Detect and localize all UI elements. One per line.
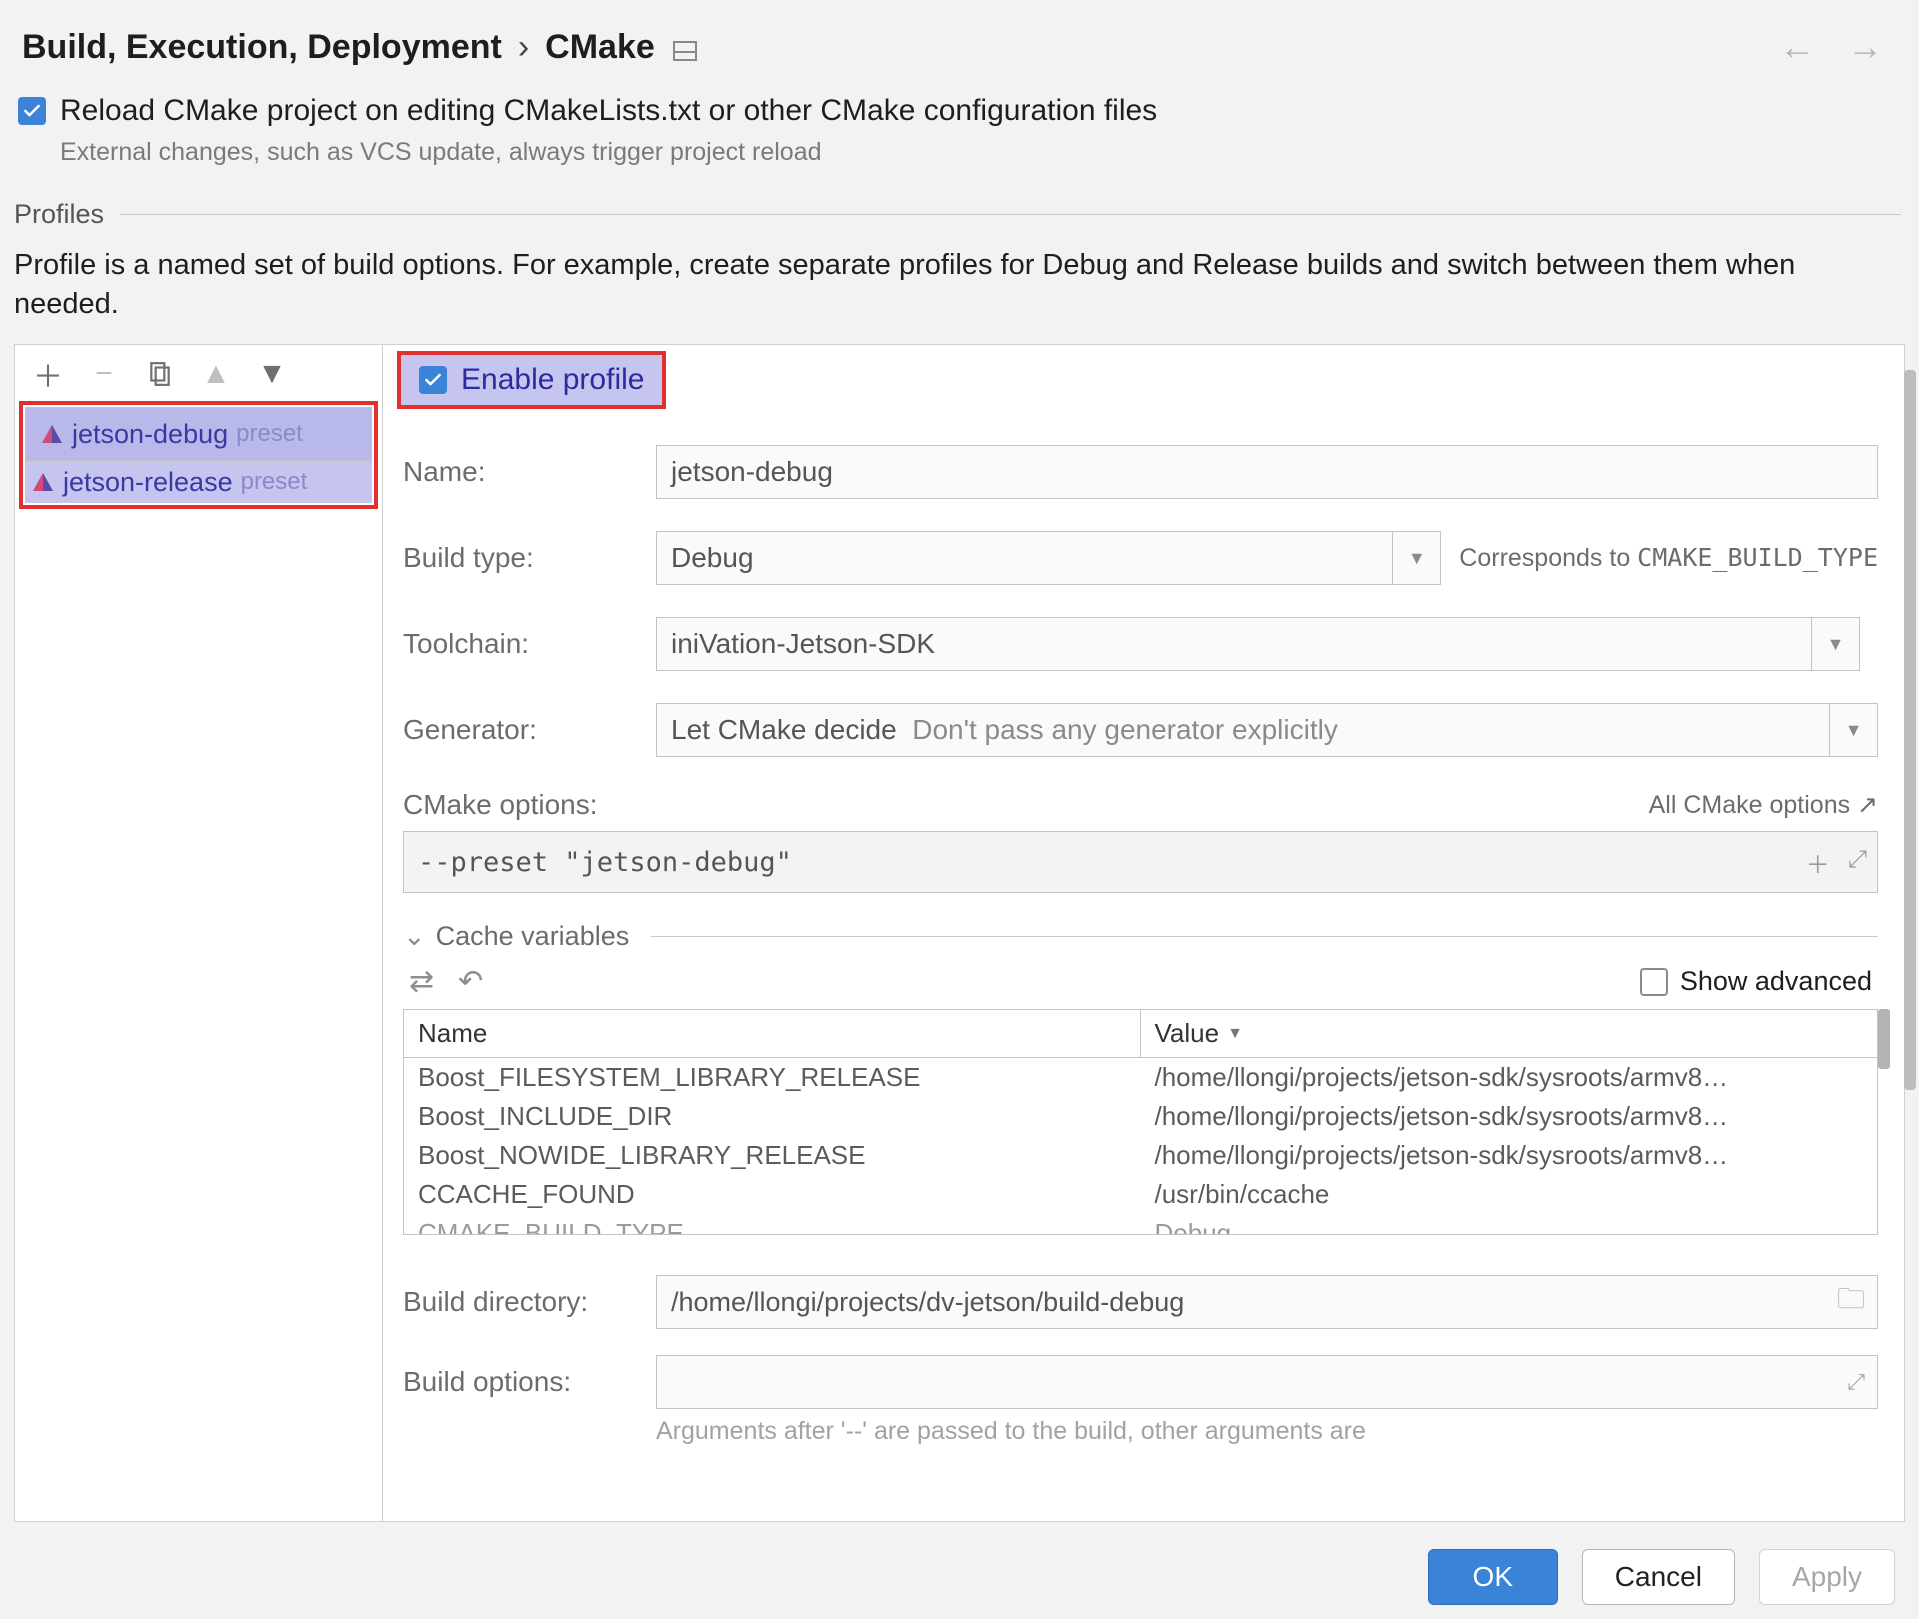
undo-icon[interactable]: ↶ <box>458 964 483 999</box>
table-row[interactable]: CCACHE_FOUND/usr/bin/ccache <box>404 1175 1877 1214</box>
chevron-down-icon[interactable]: ▼ <box>1812 617 1860 671</box>
profile-tag: preset <box>236 420 303 448</box>
show-advanced-label: Show advanced <box>1680 966 1872 997</box>
generator-select[interactable]: Let CMake decide Don't pass any generato… <box>656 703 1830 757</box>
reload-checkbox[interactable] <box>18 97 46 125</box>
profile-name: jetson-release <box>63 467 233 498</box>
profile-name: jetson-debug <box>72 419 228 450</box>
page-scrollbar-thumb[interactable] <box>1904 370 1916 1090</box>
name-label: Name: <box>403 456 638 488</box>
name-field[interactable]: jetson-debug <box>656 445 1878 499</box>
cache-var-value: /home/llongi/projects/jetson-sdk/sysroot… <box>1141 1058 1878 1097</box>
chevron-down-icon[interactable]: ▼ <box>1830 703 1878 757</box>
profile-details: Enable profile Name: jetson-debug Build … <box>383 345 1904 1521</box>
cmake-options-label: CMake options: <box>403 789 598 821</box>
profile-tag: preset <box>241 468 308 496</box>
breadcrumb: Build, Execution, Deployment › CMake ← → <box>0 0 1919 78</box>
build-options-note: Arguments after '--' are passed to the b… <box>656 1417 1878 1446</box>
folder-icon[interactable]: 🗀 <box>1837 1278 1865 1326</box>
build-directory-value: /home/llongi/projects/dv-jetson/build-de… <box>671 1287 1184 1318</box>
generator-label: Generator: <box>403 714 638 746</box>
cache-var-value: /usr/bin/ccache <box>1141 1175 1878 1214</box>
expand-icon[interactable]: ⤢ <box>1847 1369 1865 1395</box>
shuffle-icon[interactable]: ⇄ <box>409 964 434 999</box>
table-row[interactable]: Boost_FILESYSTEM_LIBRARY_RELEASE/home/ll… <box>404 1058 1877 1097</box>
breadcrumb-current: CMake <box>545 28 655 67</box>
toolchain-select[interactable]: iniVation-Jetson-SDK <box>656 617 1812 671</box>
hint-code: CMAKE_BUILD_TYPE <box>1637 543 1878 572</box>
chevron-down-icon[interactable]: ▼ <box>1393 531 1441 585</box>
generator-value: Let CMake decide <box>671 714 897 746</box>
all-cmake-options-link[interactable]: All CMake options ↗ <box>1649 790 1878 820</box>
cache-var-value: /home/llongi/projects/jetson-sdk/sysroot… <box>1141 1097 1878 1136</box>
breadcrumb-parent[interactable]: Build, Execution, Deployment <box>22 28 502 67</box>
table-row[interactable]: Boost_INCLUDE_DIR/home/llongi/projects/j… <box>404 1097 1877 1136</box>
cache-var-name: Boost_NOWIDE_LIBRARY_RELEASE <box>404 1136 1141 1175</box>
build-type-hint: Corresponds to CMAKE_BUILD_TYPE <box>1459 543 1878 573</box>
scrollbar-thumb[interactable] <box>1878 1009 1890 1069</box>
cache-variables-title: Cache variables <box>436 921 630 952</box>
collapse-icon[interactable] <box>673 41 697 61</box>
ok-button[interactable]: OK <box>1428 1549 1558 1605</box>
profiles-description: Profile is a named set of build options.… <box>0 242 1919 344</box>
cache-var-name: Boost_FILESYSTEM_LIBRARY_RELEASE <box>404 1058 1141 1097</box>
plus-icon[interactable]: ＋ <box>1806 845 1830 880</box>
expand-icon[interactable]: ⤢ <box>1848 845 1867 880</box>
build-type-label: Build type: <box>403 542 638 574</box>
enable-profile-label: Enable profile <box>461 363 644 397</box>
hint-prefix: Corresponds to <box>1459 544 1637 572</box>
cmake-options-field[interactable]: --preset "jetson-debug" ＋ ⤢ <box>403 831 1878 893</box>
enable-profile-checkbox[interactable] <box>419 366 447 394</box>
profiles-sidebar: ＋ − ▲ ▼ jetson-debug preset j <box>15 345 383 1521</box>
divider <box>651 936 1878 937</box>
copy-profile-button[interactable] <box>145 359 175 389</box>
reload-label: Reload CMake project on editing CMakeLis… <box>60 94 1157 128</box>
cache-var-name: Boost_INCLUDE_DIR <box>404 1097 1141 1136</box>
build-options-field[interactable]: ⤢ <box>656 1355 1878 1409</box>
back-icon[interactable]: ← <box>1779 26 1815 68</box>
build-type-select[interactable]: Debug <box>656 531 1393 585</box>
toolchain-label: Toolchain: <box>403 628 638 660</box>
cancel-button[interactable]: Cancel <box>1582 1549 1735 1605</box>
profile-item-jetson-release[interactable]: jetson-release preset <box>25 461 372 503</box>
table-row[interactable]: CMAKE_BUILD_TYPEDebug <box>404 1214 1877 1234</box>
forward-icon[interactable]: → <box>1847 26 1883 68</box>
highlight-box: Enable profile <box>397 351 666 409</box>
remove-profile-button[interactable]: − <box>89 359 119 389</box>
cmake-options-value: --preset "jetson-debug" <box>418 847 792 878</box>
show-advanced-checkbox[interactable] <box>1640 968 1668 996</box>
table-row[interactable]: Boost_NOWIDE_LIBRARY_RELEASE/home/llongi… <box>404 1136 1877 1175</box>
apply-button[interactable]: Apply <box>1759 1549 1895 1605</box>
build-directory-label: Build directory: <box>403 1286 638 1318</box>
move-down-button[interactable]: ▼ <box>257 359 287 389</box>
cache-var-value: /home/llongi/projects/jetson-sdk/sysroot… <box>1141 1136 1878 1175</box>
cache-table: Name Value▼ Boost_FILESYSTEM_LIBRARY_REL… <box>403 1009 1878 1235</box>
reload-hint: External changes, such as VCS update, al… <box>60 138 1889 167</box>
profile-item-jetson-debug[interactable]: jetson-debug preset <box>25 407 372 461</box>
generator-inline-hint: Don't pass any generator explicitly <box>912 714 1338 746</box>
column-value[interactable]: Value▼ <box>1141 1010 1878 1057</box>
cache-var-value: Debug <box>1141 1214 1878 1234</box>
build-directory-field[interactable]: /home/llongi/projects/dv-jetson/build-de… <box>656 1275 1878 1329</box>
add-profile-button[interactable]: ＋ <box>33 359 63 389</box>
move-up-button[interactable]: ▲ <box>201 359 231 389</box>
breadcrumb-sep: › <box>518 28 529 67</box>
column-name[interactable]: Name <box>404 1010 1141 1057</box>
divider <box>120 214 1901 215</box>
chevron-down-icon[interactable]: ⌄ <box>403 921 426 952</box>
profiles-section-title: Profiles <box>14 199 104 230</box>
cache-var-name: CCACHE_FOUND <box>404 1175 1141 1214</box>
highlight-box: jetson-debug preset jetson-release prese… <box>19 401 378 509</box>
cache-var-name: CMAKE_BUILD_TYPE <box>404 1214 1141 1234</box>
build-options-label: Build options: <box>403 1366 638 1398</box>
